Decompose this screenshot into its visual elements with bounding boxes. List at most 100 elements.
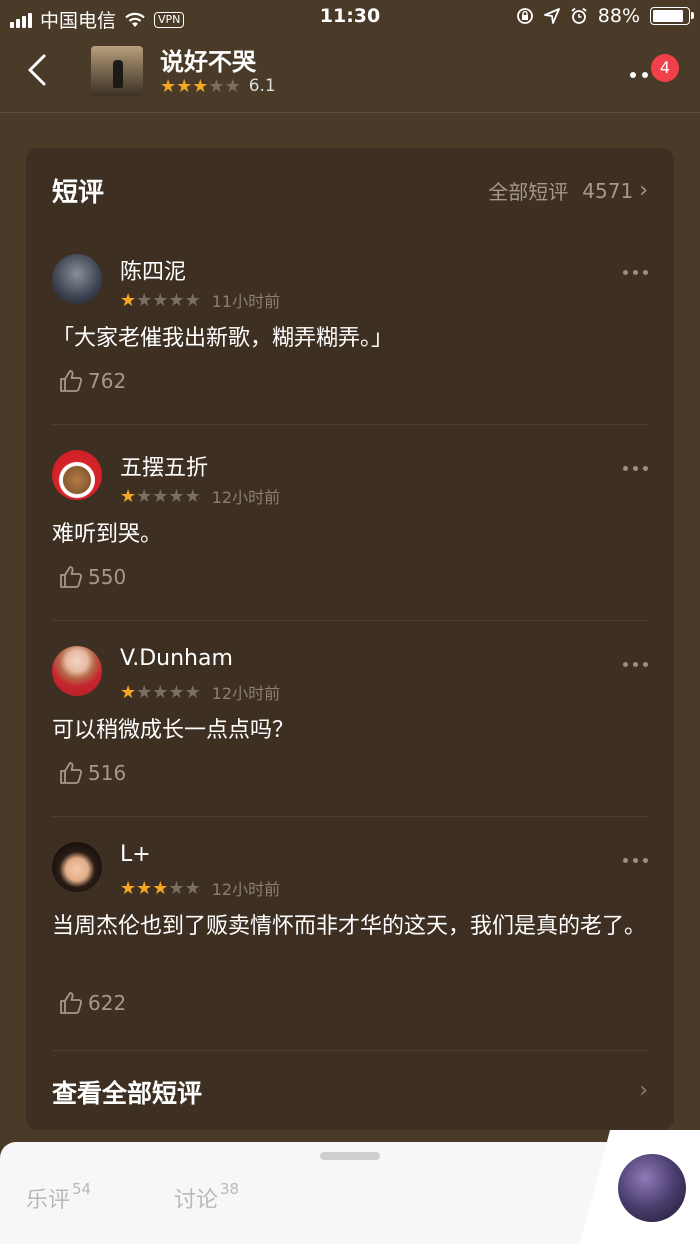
review-text: 当周杰伦也到了贩卖情怀而非才华的这天，我们是真的老了。 bbox=[52, 914, 647, 939]
album-title: 说好不哭 bbox=[160, 48, 256, 76]
divider bbox=[52, 816, 648, 817]
star-icon: ★ bbox=[152, 289, 169, 311]
battery-icon bbox=[650, 7, 694, 25]
short-review-card: 短评 全部短评 4571 › 陈四泥 ★★★★★ 11小时前 「大家老催我出新歌… bbox=[26, 148, 674, 1130]
review-more-button[interactable] bbox=[623, 270, 648, 275]
review-time: 12小时前 bbox=[211, 684, 281, 703]
star-icon: ★ bbox=[152, 681, 169, 703]
star-icon: ★ bbox=[160, 75, 177, 97]
star-icon: ★ bbox=[136, 485, 153, 507]
album-rating: ★★★★★ 6.1 bbox=[160, 76, 276, 96]
tab-label: 讨论 bbox=[174, 1188, 219, 1213]
star-icon: ★ bbox=[136, 877, 153, 899]
chevron-right-icon: › bbox=[639, 1078, 648, 1103]
thumbs-up-icon bbox=[60, 992, 83, 1014]
review-item: L+ ★★★★★ 12小时前 当周杰伦也到了贩卖情怀而非才华的这天，我们是真的老… bbox=[52, 842, 648, 1032]
like-count: 622 bbox=[88, 991, 127, 1015]
like-button[interactable]: 550 bbox=[58, 564, 126, 590]
rotation-lock-icon bbox=[516, 8, 533, 24]
thumbs-up-icon bbox=[60, 566, 83, 588]
review-stars: ★★★★★ bbox=[120, 683, 201, 702]
star-icon: ★ bbox=[152, 485, 169, 507]
tab-music-review[interactable]: 乐评 54 bbox=[26, 1180, 92, 1214]
battery-percent: 88% bbox=[597, 5, 640, 27]
star-icon: ★ bbox=[192, 75, 209, 97]
notification-badge: 4 bbox=[651, 54, 679, 82]
tab-count: 38 bbox=[220, 1180, 240, 1198]
star-icon: ★ bbox=[136, 681, 153, 703]
tab-count: 54 bbox=[72, 1180, 92, 1198]
review-more-button[interactable] bbox=[623, 466, 648, 471]
section-title: 短评 bbox=[52, 178, 105, 208]
rating-score: 6.1 bbox=[248, 76, 276, 96]
star-icon: ★ bbox=[184, 289, 201, 311]
like-count: 762 bbox=[88, 369, 127, 393]
alarm-icon bbox=[571, 7, 587, 24]
star-icon: ★ bbox=[168, 485, 185, 507]
review-time: 12小时前 bbox=[211, 880, 281, 899]
header: 说好不哭 ★★★★★ 6.1 4 bbox=[0, 36, 700, 113]
star-icon: ★ bbox=[152, 877, 169, 899]
reviewer-name[interactable]: L+ bbox=[120, 842, 151, 867]
review-text: 可以稍微成长一点点吗？ bbox=[52, 718, 295, 743]
tab-label: 乐评 bbox=[26, 1188, 71, 1213]
reviewer-name[interactable]: 五摆五折 bbox=[120, 450, 208, 482]
review-stars: ★★★★★ bbox=[120, 487, 201, 506]
star-icon: ★ bbox=[120, 289, 137, 311]
star-icon: ★ bbox=[176, 75, 193, 97]
review-stars: ★★★★★ bbox=[120, 291, 201, 310]
back-button[interactable] bbox=[18, 50, 58, 90]
chevron-right-icon: › bbox=[639, 178, 648, 203]
review-more-button[interactable] bbox=[623, 858, 648, 863]
divider bbox=[52, 1050, 648, 1051]
avatar[interactable] bbox=[52, 646, 102, 696]
review-stars: ★★★★★ bbox=[120, 879, 201, 898]
like-count: 550 bbox=[88, 565, 127, 589]
more-button[interactable]: 4 bbox=[626, 54, 679, 96]
all-reviews-label: 全部短评 bbox=[488, 180, 569, 204]
album-cover[interactable] bbox=[91, 46, 143, 96]
review-item: 五摆五折 ★★★★★ 12小时前 难听到哭。 550 bbox=[52, 450, 648, 610]
status-bar: 中国电信 VPN 11:30 88% bbox=[0, 0, 700, 36]
star-icon: ★ bbox=[168, 289, 185, 311]
star-icon: ★ bbox=[184, 681, 201, 703]
rating-stars: ★★★★★ bbox=[160, 77, 241, 96]
star-icon: ★ bbox=[184, 877, 201, 899]
reviewer-name[interactable]: 陈四泥 bbox=[120, 254, 186, 286]
star-icon: ★ bbox=[184, 485, 201, 507]
avatar[interactable] bbox=[52, 254, 102, 304]
star-icon: ★ bbox=[168, 877, 185, 899]
star-icon: ★ bbox=[224, 75, 241, 97]
review-text: 难听到哭。 bbox=[52, 522, 163, 547]
tab-discussion[interactable]: 讨论 38 bbox=[174, 1180, 240, 1214]
star-icon: ★ bbox=[136, 289, 153, 311]
reviewer-name[interactable]: V.Dunham bbox=[120, 646, 233, 671]
star-icon: ★ bbox=[120, 485, 137, 507]
avatar[interactable] bbox=[52, 450, 102, 500]
like-button[interactable]: 762 bbox=[58, 368, 126, 394]
see-all-reviews-button[interactable]: 查看全部短评 bbox=[52, 1074, 202, 1110]
star-icon: ★ bbox=[120, 681, 137, 703]
all-reviews-count: 4571 bbox=[582, 178, 634, 203]
review-more-button[interactable] bbox=[623, 662, 648, 667]
like-button[interactable]: 516 bbox=[58, 760, 126, 786]
drag-handle[interactable] bbox=[320, 1152, 380, 1160]
review-time: 12小时前 bbox=[211, 488, 281, 507]
divider bbox=[52, 620, 648, 621]
review-text: 「大家老催我出新歌，糊弄糊弄。」 bbox=[52, 326, 394, 351]
review-time: 11小时前 bbox=[211, 292, 281, 311]
like-count: 516 bbox=[88, 761, 127, 785]
all-reviews-link[interactable]: 全部短评 4571 › bbox=[488, 176, 648, 205]
review-item: V.Dunham ★★★★★ 12小时前 可以稍微成长一点点吗？ 516 bbox=[52, 646, 648, 806]
avatar[interactable] bbox=[52, 842, 102, 892]
thumbs-up-icon bbox=[60, 370, 83, 392]
star-icon: ★ bbox=[120, 877, 137, 899]
review-item: 陈四泥 ★★★★★ 11小时前 「大家老催我出新歌，糊弄糊弄。」 762 bbox=[52, 254, 648, 414]
star-icon: ★ bbox=[168, 681, 185, 703]
location-icon bbox=[543, 8, 560, 24]
like-button[interactable]: 622 bbox=[58, 990, 126, 1016]
divider bbox=[52, 424, 648, 425]
star-icon: ★ bbox=[208, 75, 225, 97]
mini-player-cover[interactable] bbox=[618, 1154, 686, 1222]
thumbs-up-icon bbox=[60, 762, 83, 784]
